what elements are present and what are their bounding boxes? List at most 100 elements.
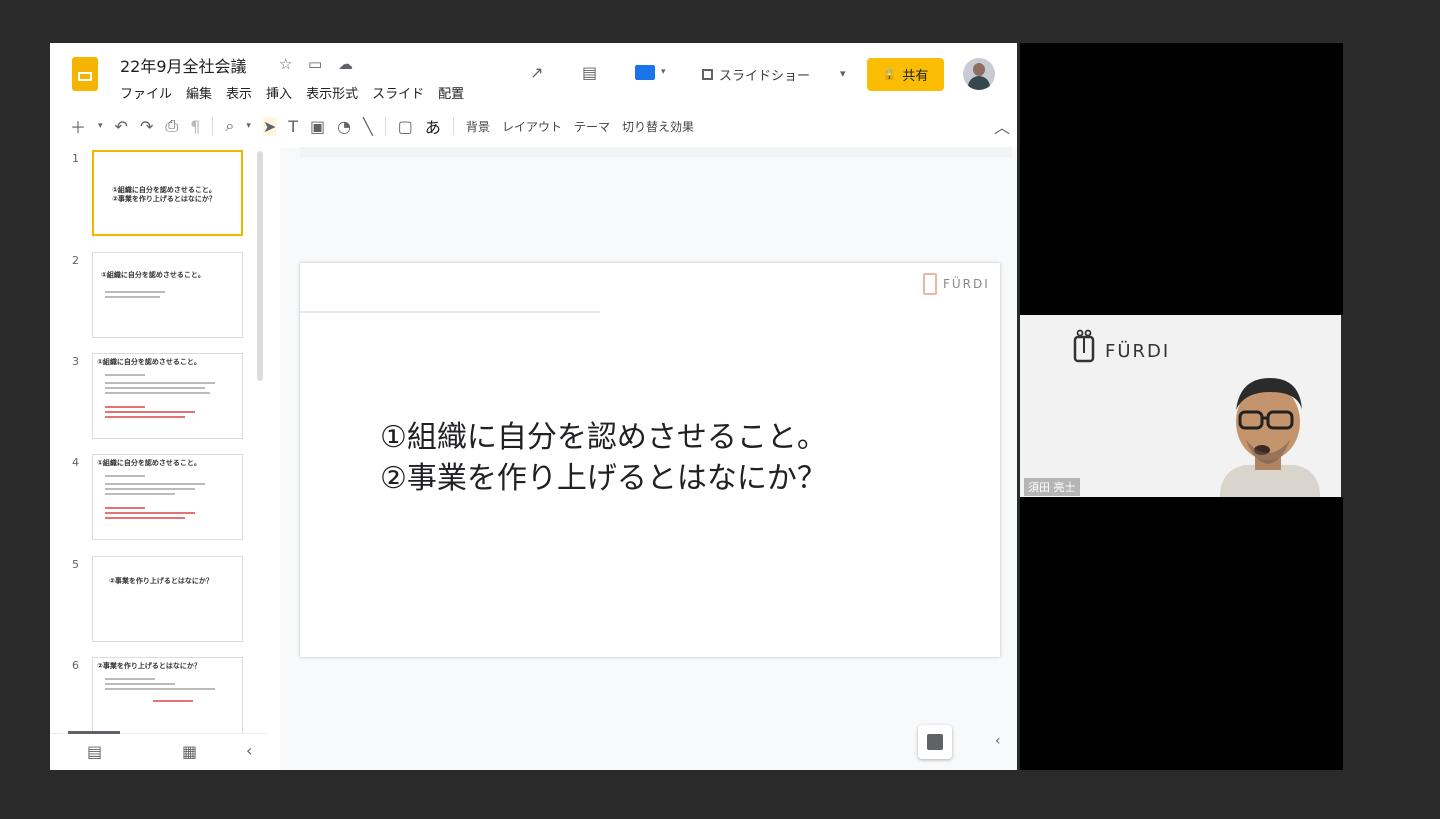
toolbar-divider: [384, 117, 386, 135]
line-icon[interactable]: ╲: [363, 117, 373, 136]
thumb-text-line: [105, 382, 215, 384]
thumb-red-line: [153, 700, 193, 702]
thumb-red-line: [105, 512, 195, 514]
filmstrip-scrollbar[interactable]: [257, 151, 263, 381]
collapse-filmstrip-icon[interactable]: ‹: [246, 741, 252, 760]
theme-button[interactable]: テーマ: [574, 118, 610, 135]
slide-logo-text: FÜRDI: [943, 277, 990, 291]
video-empty-area: [1020, 497, 1343, 770]
slide-body-text[interactable]: ①組織に自分を認めさせること。 ②事業を作り上げるとはなにか？: [380, 417, 827, 499]
thumb-text-line: [105, 392, 210, 394]
undo-icon[interactable]: ↶: [115, 117, 128, 136]
share-button[interactable]: 🔒 共有: [867, 58, 944, 91]
thumb-text-line: [105, 374, 145, 376]
input-tools-button[interactable]: あ: [425, 114, 441, 138]
slide-line-2: ②事業を作り上げるとはなにか？: [380, 461, 827, 496]
slides-app-window: 22年9月全社会議 ☆ ▭ ☁ ファイル 編集 表示 挿入 表示形式 スライド …: [50, 43, 1017, 770]
slideshow-button[interactable]: スライドショー: [690, 60, 822, 88]
slide-number: 4: [72, 456, 79, 469]
filmstrip-slide-1[interactable]: 1 ①組織に自分を認めさせること。 ②事業を作り上げるとはなにか？: [50, 150, 268, 246]
print-icon[interactable]: ⎙: [165, 116, 178, 136]
slideshow-dropdown-icon[interactable]: ▾: [840, 67, 846, 80]
slide-thumbnail[interactable]: ①組織に自分を認めさせること。 ②事業を作り上げるとはなにか？: [92, 150, 243, 236]
slide-number: 5: [72, 558, 79, 571]
account-avatar[interactable]: [963, 58, 995, 90]
filmstrip-slide-4[interactable]: 4 ①組織に自分を認めさせること。: [50, 454, 268, 550]
filmstrip-slide-3[interactable]: 3 ①組織に自分を認めさせること。: [50, 353, 268, 449]
comment-add-icon[interactable]: ▢: [398, 117, 413, 136]
furdi-logo-icon: [1073, 329, 1095, 363]
redo-icon[interactable]: ↷: [140, 117, 153, 136]
side-panel-toggle-icon[interactable]: ‹: [995, 733, 1017, 759]
menu-slide[interactable]: スライド: [372, 83, 424, 102]
transition-button[interactable]: 切り替え効果: [622, 118, 694, 135]
menu-insert[interactable]: 挿入: [266, 83, 292, 102]
thumb-title: ②事業を作り上げるとはなにか？: [97, 662, 201, 670]
filmstrip-slide-5[interactable]: 5 ②事業を作り上げるとはなにか？: [50, 556, 268, 652]
present-icon: [702, 68, 713, 80]
move-folder-icon[interactable]: ▭: [308, 55, 322, 73]
slide-thumbnail[interactable]: ①組織に自分を認めさせること。: [92, 353, 243, 439]
thumb-text-line: [105, 488, 195, 490]
menu-arrange[interactable]: 配置: [438, 83, 464, 102]
cloud-status-icon[interactable]: ☁: [338, 55, 353, 73]
slide-filmstrip: 1 ①組織に自分を認めさせること。 ②事業を作り上げるとはなにか？ 2 ①組織に…: [50, 148, 268, 733]
slideshow-label: スライドショー: [719, 68, 811, 84]
slides-logo-icon[interactable]: [72, 57, 98, 91]
document-title[interactable]: 22年9月全社会議: [120, 53, 247, 77]
thumb-red-line: [105, 411, 195, 413]
toolbar-divider: [212, 117, 214, 135]
text-box-icon[interactable]: T: [288, 117, 298, 136]
thumb-text-line: [105, 683, 175, 685]
filmstrip-footer: ▤ ▦ ‹: [50, 731, 268, 770]
participant-person-image: [1220, 378, 1320, 497]
explore-button[interactable]: [918, 725, 952, 759]
thumb-text-line: [105, 475, 145, 477]
meet-present-icon[interactable]: [635, 65, 655, 80]
slide-thumbnail[interactable]: ②事業を作り上げるとはなにか？: [92, 657, 243, 733]
explore-icon: [927, 734, 943, 750]
filmstrip-slide-6[interactable]: 6 ②事業を作り上げるとはなにか？: [50, 657, 268, 733]
thumb-red-line: [105, 416, 185, 418]
menu-file[interactable]: ファイル: [120, 83, 172, 102]
thumb-title: ②事業を作り上げるとはなにか？: [109, 577, 213, 585]
star-icon[interactable]: ☆: [279, 55, 292, 73]
insert-image-icon[interactable]: ▣: [310, 117, 325, 136]
slide-number: 2: [72, 254, 79, 267]
thumb-text-line: [105, 678, 155, 680]
slide-thumbnail[interactable]: ②事業を作り上げるとはなにか？: [92, 556, 243, 642]
current-slide[interactable]: FÜRDI ①組織に自分を認めさせること。 ②事業を作り上げるとはなにか？: [300, 263, 1000, 657]
zoom-dropdown-icon[interactable]: ▾: [246, 121, 251, 131]
menu-view[interactable]: 表示: [226, 83, 252, 102]
lock-icon: 🔒: [882, 68, 897, 81]
select-cursor-icon[interactable]: ➤: [262, 116, 277, 136]
zoom-icon[interactable]: ⌕: [225, 116, 234, 136]
thumb-text-line: [105, 688, 215, 690]
new-slide-dropdown-icon[interactable]: ▾: [98, 121, 103, 131]
activity-icon[interactable]: ↗: [530, 63, 543, 82]
comments-icon[interactable]: ▤: [582, 63, 597, 82]
thumb-title: ①組織に自分を認めさせること。: [101, 271, 205, 279]
slide-thumbnail[interactable]: ①組織に自分を認めさせること。: [92, 454, 243, 540]
thumb-text-line: [105, 387, 205, 389]
slide-thumbnail[interactable]: ①組織に自分を認めさせること。: [92, 252, 243, 338]
thumb-red-line: [105, 507, 145, 509]
filmstrip-slide-2[interactable]: 2 ①組織に自分を認めさせること。: [50, 252, 268, 348]
thumb-text-line: [105, 483, 205, 485]
toolbar-divider: [452, 117, 454, 135]
grid-view-icon[interactable]: ▦: [182, 742, 197, 761]
filmstrip-view-icon[interactable]: ▤: [87, 742, 102, 761]
toolbar: ＋ ▾ ↶ ↷ ⎙ ¶ ⌕ ▾ ➤ T ▣ ◔ ╲ ▢ あ 背景 レイアウト テ…: [70, 111, 1010, 141]
menu-format[interactable]: 表示形式: [306, 83, 358, 102]
meet-dropdown-icon[interactable]: ▾: [661, 67, 666, 77]
thumb-red-line: [105, 517, 185, 519]
background-button[interactable]: 背景: [466, 118, 490, 135]
slide-header-line: [300, 311, 600, 313]
new-slide-icon[interactable]: ＋: [70, 114, 86, 138]
collapse-toolbar-icon[interactable]: ︿: [994, 114, 1010, 138]
layout-button[interactable]: レイアウト: [502, 118, 562, 135]
menu-edit[interactable]: 編集: [186, 83, 212, 102]
shape-icon[interactable]: ◔: [337, 117, 351, 136]
menu-bar: ファイル 編集 表示 挿入 表示形式 スライド 配置: [120, 83, 464, 102]
paint-format-icon[interactable]: ¶: [190, 117, 200, 136]
